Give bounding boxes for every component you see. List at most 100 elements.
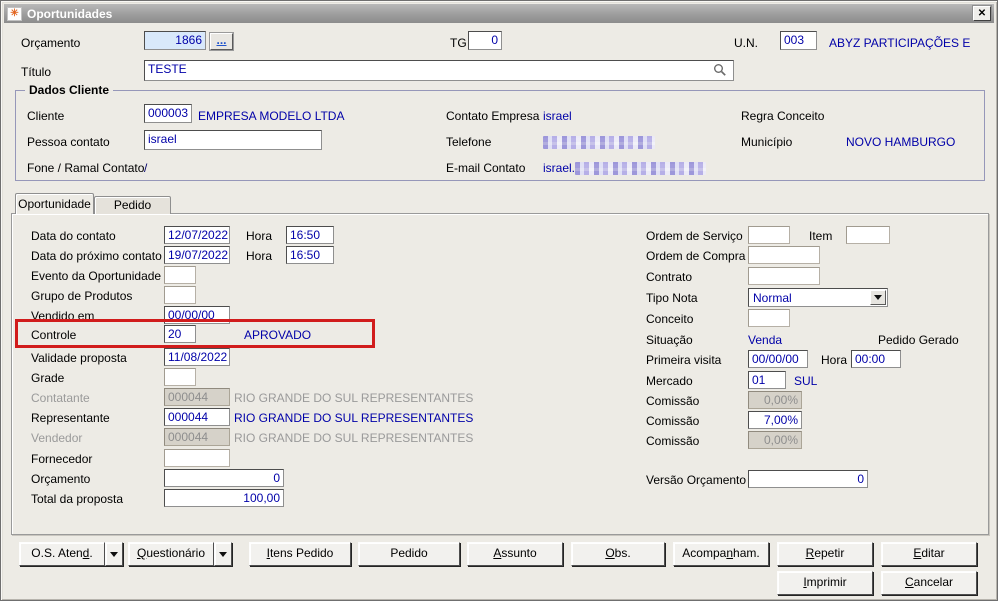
cliente-label: Cliente: [27, 109, 65, 123]
chevron-down-icon: [110, 552, 118, 557]
contatante-name-text: RIO GRANDE DO SUL REPRESENTANTES: [234, 391, 474, 405]
un-input[interactable]: 003: [780, 31, 817, 50]
municipio-label: Município: [741, 135, 793, 149]
fone-ramal-label: Fone / Ramal Contato: [27, 161, 145, 175]
controle-input[interactable]: 20: [164, 325, 196, 343]
item-input[interactable]: [846, 226, 890, 244]
telefone-label: Telefone: [446, 135, 492, 149]
contato-empresa-value: israel: [543, 109, 572, 123]
close-button[interactable]: ✕: [973, 6, 991, 21]
oportunidades-window: ✳ Oportunidades ✕ Orçamento 1866 ... TG …: [0, 0, 998, 601]
grupo-produtos-label: Grupo de Produtos: [31, 289, 133, 303]
fornecedor-input[interactable]: [164, 449, 230, 467]
orcamento2-label: Orçamento: [31, 472, 91, 486]
contatante-input: 000044: [164, 388, 230, 406]
hora2-label: Hora: [246, 249, 273, 263]
vendedor-name-text: RIO GRANDE DO SUL REPRESENTANTES: [234, 431, 474, 445]
tab-pedido[interactable]: Pedido: [94, 196, 171, 214]
itens-pedido-button[interactable]: Itens Pedido: [249, 542, 351, 566]
email-redacted-part: [575, 162, 707, 176]
data-proximo-label: Data do próximo contato: [31, 249, 162, 263]
item-label: Item: [809, 229, 833, 243]
pessoa-contato-label: Pessoa contato: [27, 135, 110, 149]
email-prefix-text: israel.: [543, 161, 576, 175]
regra-conceito-label: Regra Conceito: [741, 109, 825, 123]
comissao3-input: 0,00%: [748, 431, 802, 449]
mercado-input[interactable]: 01: [748, 371, 786, 389]
dados-cliente-legend: Dados Cliente: [25, 83, 114, 97]
vendido-em-label: Vendido em: [31, 309, 95, 323]
cliente-code-input[interactable]: 000003: [144, 104, 192, 123]
tipo-nota-select[interactable]: Normal: [748, 288, 888, 307]
situacao-value: Venda: [748, 333, 783, 347]
evento-input[interactable]: [164, 266, 196, 284]
conceito-label: Conceito: [646, 312, 694, 326]
questionario-button[interactable]: Questionário: [128, 542, 214, 566]
orcamento-input[interactable]: 1866: [144, 31, 206, 50]
contrato-input[interactable]: [748, 267, 820, 285]
title-bar: ✳ Oportunidades ✕: [4, 4, 994, 23]
comissao2-label: Comissão: [646, 414, 700, 428]
fone-ramal-value: /: [144, 161, 148, 175]
cancelar-button[interactable]: Cancelar: [881, 571, 977, 595]
close-icon: ✕: [977, 8, 987, 19]
comissao3-label: Comissão: [646, 434, 700, 448]
imprimir-button[interactable]: Imprimir: [777, 571, 873, 595]
grupo-produtos-input[interactable]: [164, 286, 196, 304]
total-proposta-input[interactable]: 100,00: [164, 489, 284, 507]
orcamento-browse-button[interactable]: ...: [210, 33, 233, 50]
validade-input[interactable]: 11/08/2022: [164, 348, 230, 366]
tipo-nota-label: Tipo Nota: [646, 291, 698, 305]
orcamento2-input[interactable]: 0: [164, 469, 284, 487]
grade-input[interactable]: [164, 368, 196, 386]
data-proximo-input[interactable]: 19/07/2022: [164, 246, 230, 264]
primeira-visita-input[interactable]: 00/00/00: [748, 350, 808, 368]
un-name-text: ABYZ PARTICIPAÇÕES E: [829, 36, 971, 50]
hora2-input[interactable]: 16:50: [286, 246, 334, 264]
assunto-button[interactable]: Assunto: [467, 542, 563, 566]
ordem-servico-label: Ordem de Serviço: [646, 229, 743, 243]
questionario-dropdown-button[interactable]: [214, 542, 232, 566]
acompanham-button[interactable]: Acompanham.: [673, 542, 769, 566]
representante-label: Representante: [31, 411, 110, 425]
tipo-nota-dropdown-button[interactable]: [870, 290, 886, 305]
ordem-compra-input[interactable]: [748, 246, 820, 264]
tg-input[interactable]: 0: [468, 31, 502, 50]
pedido-button[interactable]: Pedido: [358, 542, 460, 566]
situacao-label: Situação: [646, 333, 693, 347]
data-contato-label: Data do contato: [31, 229, 116, 243]
mercado-name-text: SUL: [794, 374, 818, 388]
comissao2-input[interactable]: 7,00%: [748, 411, 802, 429]
pessoa-contato-input[interactable]: israel: [144, 130, 322, 150]
ordem-servico-input[interactable]: [748, 226, 790, 244]
versao-orcamento-label: Versão Orçamento: [646, 473, 747, 487]
data-contato-input[interactable]: 12/07/2022: [164, 226, 230, 244]
repetir-button[interactable]: Repetir: [777, 542, 873, 566]
conceito-input[interactable]: [748, 309, 790, 327]
editar-button[interactable]: Editar: [881, 542, 977, 566]
ordem-compra-label: Ordem de Compra: [646, 249, 746, 263]
contatante-label: Contatante: [31, 391, 90, 405]
titulo-input[interactable]: TESTE: [144, 60, 734, 81]
hora1-label: Hora: [246, 229, 273, 243]
os-atend-button[interactable]: O.S. Atend.: [19, 542, 105, 566]
window-title: Oportunidades: [27, 6, 113, 21]
municipio-value: NOVO HAMBURGO: [846, 135, 956, 149]
tg-label: TG: [450, 36, 467, 50]
representante-name-text: RIO GRANDE DO SUL REPRESENTANTES: [234, 411, 474, 425]
vendedor-input: 000044: [164, 428, 230, 446]
total-proposta-label: Total da proposta: [31, 492, 124, 506]
hora1-input[interactable]: 16:50: [286, 226, 334, 244]
os-atend-dropdown-button[interactable]: [105, 542, 123, 566]
visita-hora-label: Hora: [821, 353, 848, 367]
contato-empresa-label: Contato Empresa: [446, 109, 540, 123]
un-label: U.N.: [734, 36, 758, 50]
obs-button[interactable]: Obs.: [571, 542, 665, 566]
representante-input[interactable]: 000044: [164, 408, 230, 426]
fornecedor-label: Fornecedor: [31, 452, 93, 466]
visita-hora-input[interactable]: 00:00: [851, 350, 901, 368]
tab-oportunidade[interactable]: Oportunidade: [15, 193, 94, 214]
versao-orcamento-input[interactable]: 0: [748, 470, 868, 488]
search-icon[interactable]: [713, 63, 727, 77]
vendido-em-input[interactable]: 00/00/00: [164, 306, 230, 324]
